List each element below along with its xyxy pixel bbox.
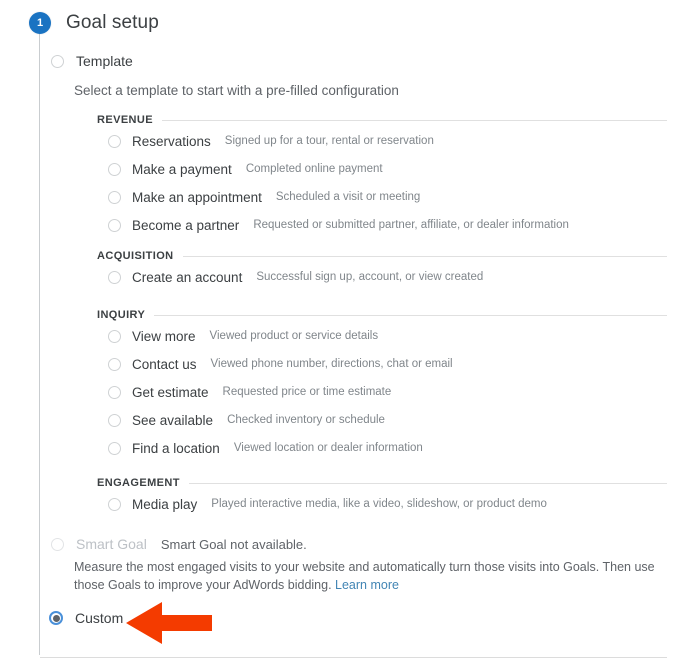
- radio-make-an-appointment[interactable]: [108, 190, 121, 204]
- radio-create-an-account[interactable]: [108, 270, 121, 284]
- template-option-name: Media play: [132, 496, 198, 512]
- template-option-media-play[interactable]: Media play Played interactive media, lik…: [97, 490, 667, 518]
- group-header: REVENUE: [97, 113, 667, 127]
- radio-contact-us[interactable]: [108, 357, 121, 371]
- group-title: ACQUISITION: [97, 250, 174, 262]
- radio-reservations[interactable]: [108, 134, 121, 148]
- template-group-engagement: ENGAGEMENT Media play Played interactive…: [97, 476, 667, 518]
- template-option-description: Completed online payment: [245, 163, 383, 175]
- template-option-reservations[interactable]: Reservations Signed up for a tour, renta…: [97, 127, 667, 155]
- radio-see-available[interactable]: [108, 413, 121, 427]
- option-custom-label: Custom: [75, 610, 124, 626]
- template-option-name: Get estimate: [132, 384, 209, 400]
- template-option-description: Successful sign up, account, or view cre…: [256, 271, 484, 283]
- template-option-create-an-account[interactable]: Create an account Successful sign up, ac…: [97, 263, 667, 291]
- radio-template[interactable]: [51, 54, 64, 68]
- group-rule: [188, 482, 667, 484]
- template-option-description: Viewed phone number, directions, chat or…: [210, 358, 453, 370]
- left-arrow-annotation-icon: [126, 602, 212, 644]
- template-group-acquisition: ACQUISITION Create an account Successful…: [97, 249, 667, 291]
- radio-view-more[interactable]: [108, 329, 121, 343]
- radio-custom[interactable]: [49, 611, 63, 625]
- group-rule: [161, 119, 667, 121]
- template-group-inquiry: INQUIRY View more Viewed product or serv…: [97, 308, 667, 462]
- option-smart-goal: Smart Goal Smart Goal not available.: [51, 536, 307, 552]
- template-option-name: Make a payment: [132, 161, 232, 177]
- template-option-make-a-payment[interactable]: Make a payment Completed online payment: [97, 155, 667, 183]
- template-option-find-a-location[interactable]: Find a location Viewed location or deale…: [97, 434, 667, 462]
- template-option-name: Become a partner: [132, 217, 240, 233]
- group-rule: [154, 314, 667, 316]
- template-option-name: View more: [132, 328, 196, 344]
- template-option-description: Played interactive media, like a video, …: [211, 498, 547, 510]
- group-title: INQUIRY: [97, 309, 146, 321]
- section-bottom-divider: [40, 657, 667, 658]
- learn-more-link[interactable]: Learn more: [335, 578, 399, 592]
- template-option-description: Scheduled a visit or meeting: [275, 191, 421, 203]
- template-option-get-estimate[interactable]: Get estimate Requested price or time est…: [97, 378, 667, 406]
- step-number-badge: 1: [29, 12, 51, 34]
- template-option-view-more[interactable]: View more Viewed product or service deta…: [97, 322, 667, 350]
- radio-find-a-location[interactable]: [108, 441, 121, 455]
- template-option-name: Reservations: [132, 133, 211, 149]
- smart-goal-availability-note: Smart Goal not available.: [160, 536, 307, 552]
- template-option-description: Requested or submitted partner, affiliat…: [253, 219, 569, 231]
- radio-smart-goal: [51, 537, 64, 551]
- goal-setup-page: 1 Goal setup Template Select a template …: [0, 0, 675, 669]
- radio-make-a-payment[interactable]: [108, 162, 121, 176]
- group-title: REVENUE: [97, 114, 153, 126]
- template-option-description: Signed up for a tour, rental or reservat…: [224, 135, 434, 147]
- group-title: ENGAGEMENT: [97, 477, 180, 489]
- radio-get-estimate[interactable]: [108, 385, 121, 399]
- step-header: 1 Goal setup: [0, 12, 159, 34]
- step-connector-line: [39, 30, 40, 655]
- radio-media-play[interactable]: [108, 497, 121, 511]
- option-template-label: Template: [76, 53, 133, 69]
- option-template-description: Select a template to start with a pre-fi…: [74, 83, 399, 98]
- template-option-name: See available: [132, 412, 214, 428]
- template-option-name: Contact us: [132, 356, 197, 372]
- template-option-description: Viewed location or dealer information: [233, 442, 423, 454]
- template-option-become-a-partner[interactable]: Become a partner Requested or submitted …: [97, 211, 667, 239]
- template-option-description: Requested price or time estimate: [222, 386, 392, 398]
- template-option-description: Viewed product or service details: [209, 330, 379, 342]
- template-group-revenue: REVENUE Reservations Signed up for a tou…: [97, 113, 667, 239]
- radio-become-a-partner[interactable]: [108, 218, 121, 232]
- template-option-description: Checked inventory or schedule: [227, 414, 385, 426]
- option-custom[interactable]: Custom: [49, 610, 123, 626]
- template-option-name: Find a location: [132, 440, 220, 456]
- option-template[interactable]: Template: [51, 53, 133, 69]
- group-header: ACQUISITION: [97, 249, 667, 263]
- group-rule: [182, 255, 667, 257]
- template-option-contact-us[interactable]: Contact us Viewed phone number, directio…: [97, 350, 667, 378]
- group-header: ENGAGEMENT: [97, 476, 667, 490]
- smart-goal-description: Measure the most engaged visits to your …: [74, 558, 670, 594]
- template-option-make-an-appointment[interactable]: Make an appointment Scheduled a visit or…: [97, 183, 667, 211]
- option-smart-goal-label: Smart Goal: [76, 536, 147, 552]
- template-option-name: Make an appointment: [132, 189, 262, 205]
- template-option-see-available[interactable]: See available Checked inventory or sched…: [97, 406, 667, 434]
- template-option-name: Create an account: [132, 269, 243, 285]
- page-title: Goal setup: [66, 12, 159, 33]
- group-header: INQUIRY: [97, 308, 667, 322]
